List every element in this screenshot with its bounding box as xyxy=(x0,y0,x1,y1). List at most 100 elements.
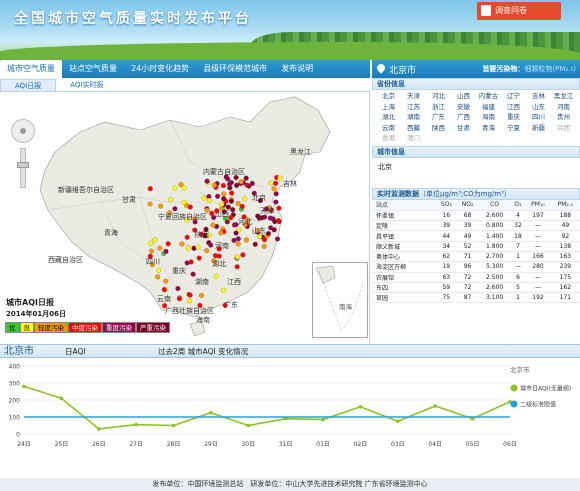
data-point[interactable] xyxy=(246,423,251,428)
tab-aqi-realtime[interactable]: AQI实时报 xyxy=(56,79,117,91)
province-link[interactable]: 山西 xyxy=(451,92,476,102)
city-marker[interactable] xyxy=(201,195,207,201)
city-marker[interactable] xyxy=(204,178,210,184)
table-row[interactable]: 海淀区万柳 19 96 5.300—280 239 xyxy=(372,261,580,273)
city-marker[interactable] xyxy=(231,237,237,243)
city-marker[interactable] xyxy=(186,291,192,298)
city-marker[interactable] xyxy=(243,237,250,243)
city-marker[interactable] xyxy=(239,203,245,209)
city-marker[interactable] xyxy=(261,243,267,249)
city-marker[interactable] xyxy=(157,245,163,251)
city-marker[interactable] xyxy=(221,196,227,202)
city-marker[interactable] xyxy=(163,248,169,254)
city-marker[interactable] xyxy=(196,255,202,261)
selected-city[interactable]: 北京市 xyxy=(389,63,416,76)
city-marker[interactable] xyxy=(190,271,196,277)
city-marker[interactable] xyxy=(276,205,282,211)
province-link[interactable]: 福建 xyxy=(476,103,501,113)
city-marker[interactable] xyxy=(215,193,221,199)
data-point[interactable] xyxy=(59,396,64,401)
city-marker[interactable] xyxy=(235,200,241,207)
city-marker[interactable] xyxy=(148,240,154,246)
city-marker[interactable] xyxy=(204,248,210,254)
province-link[interactable]: 黑龙江 xyxy=(551,92,576,102)
province-link[interactable]: 海南 xyxy=(476,113,501,123)
city-marker[interactable] xyxy=(208,242,214,248)
city-marker[interactable] xyxy=(187,298,193,304)
city-marker[interactable] xyxy=(165,241,171,247)
table-row[interactable]: 昌平镇 44 49 1.400 18—92 xyxy=(372,230,580,242)
city-marker[interactable] xyxy=(277,175,283,181)
city-marker[interactable] xyxy=(230,207,236,213)
province-link[interactable]: 青海 xyxy=(476,124,501,134)
tab-county-model-city[interactable]: 县级环保模范城市 xyxy=(196,60,274,78)
province-link[interactable]: 四川 xyxy=(526,113,551,123)
province-link[interactable]: 重庆 xyxy=(501,113,526,123)
city-marker[interactable] xyxy=(235,241,241,247)
province-link[interactable]: 江西 xyxy=(501,103,526,113)
province-link[interactable]: 甘肃 xyxy=(451,124,476,134)
data-point[interactable] xyxy=(433,404,438,408)
data-point[interactable] xyxy=(396,419,400,424)
province-link[interactable]: 新疆 xyxy=(526,124,551,134)
province-link[interactable]: 天津 xyxy=(401,92,426,102)
table-row[interactable]: 怀柔镇 16 68 2.600 4 197 188 xyxy=(372,210,580,222)
city-marker[interactable] xyxy=(220,182,226,189)
city-marker[interactable] xyxy=(228,198,234,204)
city-marker[interactable] xyxy=(206,197,212,204)
map-zoom-slider[interactable] xyxy=(20,148,26,188)
province-link[interactable]: 湖南 xyxy=(401,113,426,123)
city-marker[interactable] xyxy=(233,230,239,236)
city-marker[interactable] xyxy=(272,219,278,225)
province-link[interactable]: 广西 xyxy=(451,113,476,123)
table-row[interactable]: 官园 75 87 3.100 1 192 171 xyxy=(372,292,580,304)
province-link[interactable]: 河北 xyxy=(426,92,451,102)
city-marker[interactable] xyxy=(274,236,281,242)
tab-station-air-quality[interactable]: 站点空气质量 xyxy=(62,60,124,78)
city-marker[interactable] xyxy=(249,180,255,186)
city-marker[interactable] xyxy=(181,199,187,205)
city-marker[interactable] xyxy=(147,201,153,207)
city-marker[interactable] xyxy=(273,191,279,197)
tab-release-notes[interactable]: 发布说明 xyxy=(274,60,320,78)
province-link[interactable]: 贵州 xyxy=(551,113,576,123)
tab-24h-trend[interactable]: 24小时变化趋势 xyxy=(124,60,196,78)
city-marker[interactable] xyxy=(184,260,190,266)
province-link[interactable]: 陕西 xyxy=(426,124,451,134)
province-link[interactable]: 吉林 xyxy=(526,92,551,102)
city-marker[interactable] xyxy=(187,204,193,210)
data-point[interactable] xyxy=(96,427,101,431)
city-marker[interactable] xyxy=(158,203,164,209)
city-marker[interactable] xyxy=(243,175,249,181)
city-marker[interactable] xyxy=(212,253,219,259)
city-marker[interactable] xyxy=(234,254,240,260)
city-marker[interactable] xyxy=(152,237,158,243)
city-marker[interactable] xyxy=(271,186,277,192)
city-marker[interactable] xyxy=(273,180,279,186)
city-marker[interactable] xyxy=(219,201,225,207)
province-link[interactable]: 云南 xyxy=(376,124,401,134)
table-row[interactable]: 东四 59 72 2.600 5—162 xyxy=(372,282,580,294)
city-marker[interactable] xyxy=(238,179,244,185)
province-link[interactable]: 内蒙古 xyxy=(476,92,501,102)
table-row[interactable]: 奥体中心 62 71 2.700 1 166 163 xyxy=(372,251,580,263)
city-marker[interactable] xyxy=(227,181,233,187)
map-zoom-handle[interactable] xyxy=(17,162,29,168)
province-link[interactable]: 西藏 xyxy=(401,124,426,134)
city-marker[interactable] xyxy=(156,267,162,273)
city-marker[interactable] xyxy=(228,215,234,221)
city-marker[interactable] xyxy=(240,252,246,258)
province-link[interactable]: 辽宁 xyxy=(501,92,526,102)
city-marker[interactable] xyxy=(265,231,271,237)
city-marker[interactable] xyxy=(213,273,219,279)
province-link[interactable]: 广东 xyxy=(426,113,451,123)
city-marker[interactable] xyxy=(211,182,217,188)
tab-two-week-trend[interactable]: 过去2周 城市AQI 变化情况 xyxy=(158,346,248,357)
province-link[interactable]: 宁夏 xyxy=(501,124,526,134)
city-marker[interactable] xyxy=(221,287,227,293)
city-marker[interactable] xyxy=(161,287,167,293)
city-marker[interactable] xyxy=(198,292,205,299)
city-marker[interactable] xyxy=(234,264,240,270)
city-marker[interactable] xyxy=(235,236,241,242)
china-aqi-map[interactable]: 黑龙江 吉林 内蒙古自治区 新疆维吾尔自治区 甘肃 宁夏回族自治区 北京 天津 … xyxy=(0,92,370,344)
